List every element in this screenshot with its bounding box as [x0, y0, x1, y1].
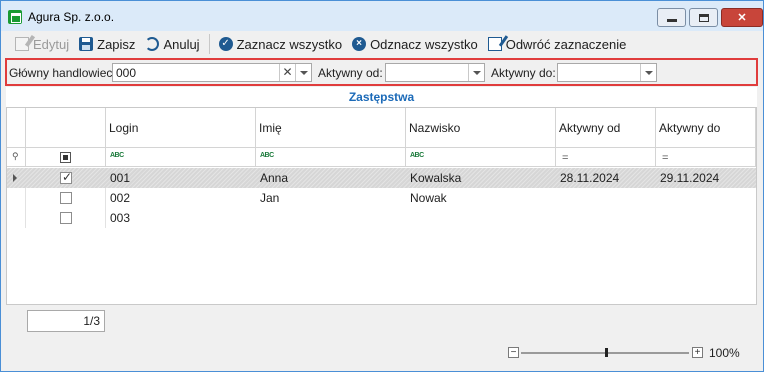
toolbar-separator [208, 34, 210, 54]
save-button[interactable]: Zapisz [74, 33, 140, 55]
table-row[interactable]: 003 [7, 208, 756, 228]
cell-active-to[interactable] [656, 188, 756, 208]
undo-icon [145, 37, 160, 51]
cell-first-name[interactable] [256, 208, 406, 228]
filter-cell-active-from[interactable]: = [556, 148, 656, 167]
minimize-icon [666, 19, 677, 22]
zoom-in-button[interactable]: + [692, 347, 703, 358]
cell-last-name[interactable]: Nowak [406, 188, 556, 208]
filter-cell-login[interactable]: ABC [106, 148, 256, 167]
zoom-out-button[interactable]: − [508, 347, 519, 358]
record-counter: 1/3 [27, 310, 105, 332]
deselect-all-button[interactable]: × Odznacz wszystko [347, 33, 483, 55]
substitutions-grid: Login Imię Nazwisko Aktywny od Aktywny d… [6, 107, 757, 305]
cell-login[interactable]: 002 [106, 188, 256, 208]
select-all-label: Zaznacz wszystko [236, 36, 343, 52]
cell-active-from[interactable] [556, 208, 656, 228]
abc-icon: ABC [110, 152, 124, 159]
row-checkbox[interactable] [60, 170, 72, 184]
column-header-active-to[interactable]: Aktywny do [656, 108, 756, 148]
toolbar: Edytuj Zapisz Anuluj ✓ Zaznacz wszystko … [2, 31, 762, 57]
cell-active-to[interactable]: 29.11.2024 [656, 168, 756, 188]
cancel-button[interactable]: Anuluj [140, 33, 204, 55]
grid-footer: 1/3 [6, 305, 757, 339]
salesman-label: Główny handlowiec: [9, 66, 116, 80]
save-icon [79, 37, 94, 51]
abc-icon: ABC [260, 152, 274, 159]
filter-cell-active-to[interactable]: = [656, 148, 756, 167]
column-header-first-name[interactable]: Imię [256, 108, 406, 148]
check-circle-icon: ✓ [218, 37, 233, 51]
filter-cell-first-name[interactable]: ABC [256, 148, 406, 167]
chevron-down-icon[interactable] [468, 64, 484, 81]
row-checkbox[interactable] [60, 192, 72, 204]
close-icon: ✕ [737, 12, 747, 24]
abc-icon: ABC [410, 152, 424, 159]
table-row[interactable]: 002 Jan Nowak [7, 188, 756, 208]
chevron-down-icon[interactable] [640, 64, 656, 81]
active-to-field[interactable] [557, 63, 657, 82]
cell-active-from[interactable] [556, 188, 656, 208]
maximize-button[interactable] [689, 8, 718, 27]
row-checkbox[interactable] [60, 212, 72, 224]
clear-icon[interactable]: ✕ [279, 64, 295, 81]
cell-first-name[interactable]: Jan [256, 188, 406, 208]
column-header-last-name[interactable]: Nazwisko [406, 108, 556, 148]
cell-first-name[interactable]: Anna [256, 168, 406, 188]
column-header-active-from[interactable]: Aktywny od [556, 108, 656, 148]
equals-icon: = [562, 152, 569, 164]
title-bar[interactable]: Agura Sp. z.o.o. ✕ [1, 1, 763, 31]
active-from-label: Aktywny od: [318, 66, 383, 80]
filter-bar: Główny handlowiec: 000 ✕ Aktywny od: Akt… [5, 58, 758, 86]
filter-checkbox-cell[interactable] [26, 148, 106, 167]
active-to-label: Aktywny do: [491, 66, 556, 80]
filter-row: ⚲ ABC ABC ABC = = [7, 148, 756, 167]
cancel-button-label: Anuluj [163, 36, 200, 52]
equals-icon: = [662, 152, 669, 164]
cell-login[interactable]: 003 [106, 208, 256, 228]
filter-cell-last-name[interactable]: ABC [406, 148, 556, 167]
cell-last-name[interactable] [406, 208, 556, 228]
invert-selection-label: Odwróć zaznaczenie [505, 36, 627, 52]
cell-active-to[interactable] [656, 208, 756, 228]
checkbox-column-header[interactable] [26, 108, 106, 148]
cell-active-from[interactable]: 28.11.2024 [556, 168, 656, 188]
invert-selection-button[interactable]: Odwróć zaznaczenie [483, 33, 632, 55]
deselect-all-label: Odznacz wszystko [370, 36, 478, 52]
select-all-button[interactable]: ✓ Zaznacz wszystko [214, 33, 347, 55]
column-header-login[interactable]: Login [106, 108, 256, 148]
table-row[interactable]: 001 Anna Kowalska 28.11.2024 29.11.2024 [7, 168, 756, 188]
salesman-value: 000 [116, 66, 137, 80]
edit-button-label: Edytuj [33, 36, 70, 52]
save-button-label: Zapisz [97, 36, 136, 52]
indeterminate-checkbox[interactable] [60, 152, 71, 163]
filter-row-indicator: ⚲ [7, 148, 26, 167]
cell-login[interactable]: 001 [106, 168, 256, 188]
active-from-field[interactable] [385, 63, 485, 82]
app-icon [8, 10, 22, 24]
row-indicator-header [7, 108, 26, 148]
grid-title: Zastępstwa [6, 87, 757, 107]
x-circle-icon: × [352, 37, 367, 51]
maximize-icon [698, 13, 709, 22]
minimize-button[interactable] [657, 8, 686, 27]
edit-button[interactable]: Edytuj [10, 33, 74, 55]
window-title: Agura Sp. z.o.o. [28, 10, 115, 24]
zoom-level-label: 100% [709, 346, 740, 360]
chevron-down-icon[interactable] [295, 64, 311, 81]
cell-last-name[interactable]: Kowalska [406, 168, 556, 188]
edit-icon [15, 37, 29, 51]
salesman-combo[interactable]: 000 ✕ [112, 63, 312, 82]
pin-icon: ⚲ [12, 151, 19, 161]
app-window: Agura Sp. z.o.o. ✕ Edytuj Zapisz Anuluj … [0, 0, 764, 372]
close-button[interactable]: ✕ [721, 8, 763, 27]
pencil-square-icon [487, 37, 502, 51]
row-indicator-icon [13, 174, 17, 182]
zoom-slider-thumb[interactable] [605, 348, 608, 357]
